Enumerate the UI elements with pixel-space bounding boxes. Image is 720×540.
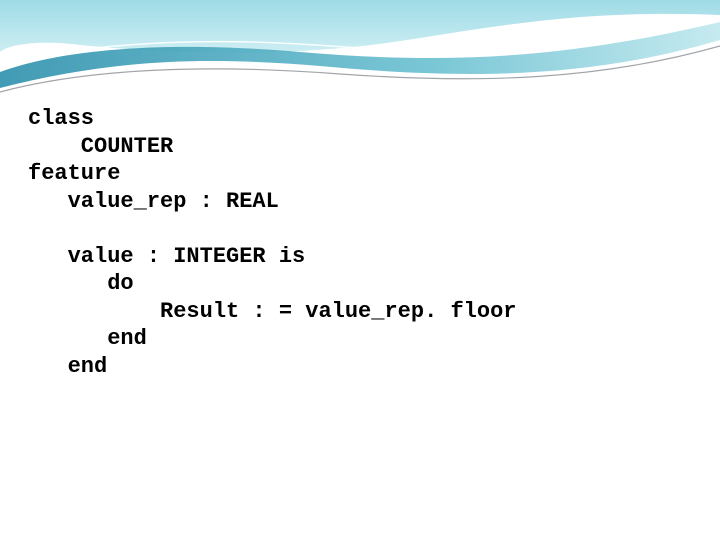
code-line: feature [28, 161, 120, 186]
wave-svg [0, 0, 720, 120]
slide-content: class COUNTER feature value_rep : REAL v… [28, 105, 692, 380]
code-line: COUNTER [28, 134, 173, 159]
code-line: value : INTEGER is [28, 244, 305, 269]
code-line: value_rep : REAL [28, 189, 279, 214]
code-line: Result : = value_rep. floor [28, 299, 516, 324]
code-line: end [28, 354, 107, 379]
decorative-wave-header [0, 0, 720, 120]
code-line: do [28, 271, 134, 296]
code-line: end [28, 326, 147, 351]
code-block: class COUNTER feature value_rep : REAL v… [28, 105, 692, 380]
code-line: class [28, 106, 94, 131]
